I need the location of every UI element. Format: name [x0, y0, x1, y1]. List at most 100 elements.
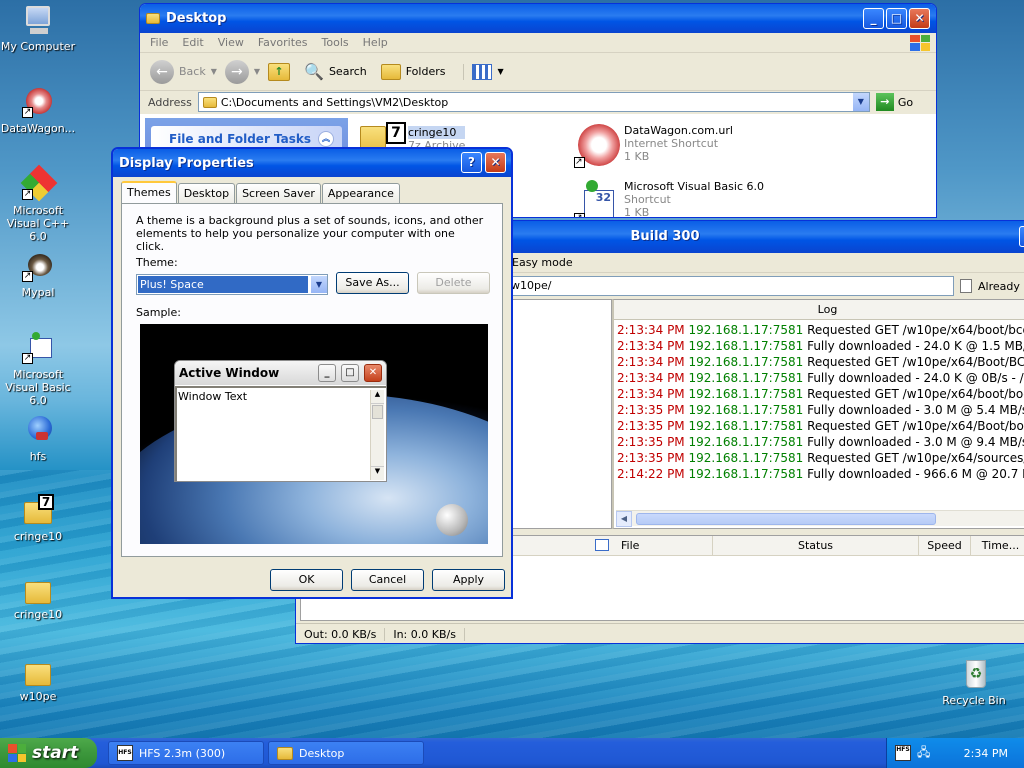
log-horizontal-scrollbar[interactable]: ◀ — [616, 510, 1024, 527]
col-time[interactable]: Time... — [971, 536, 1024, 555]
desktop-icon-w10pe[interactable]: w10pe — [0, 658, 78, 703]
back-arrow-icon: ← — [150, 59, 174, 84]
folder-icon — [146, 13, 160, 24]
desktop-icon-visual-cpp[interactable]: ↗ Microsoft Visual C++ 6.0 — [0, 164, 78, 243]
hfs-tray-icon[interactable]: HFS — [895, 745, 911, 761]
shortcut-arrow-icon: ↗ — [574, 213, 585, 217]
desktop-icon-recycle-bin[interactable]: ♻ Recycle Bin — [934, 658, 1014, 707]
tab-desktop[interactable]: Desktop — [177, 183, 236, 203]
log-line: 2:13:34 PM 192.168.1.17:7581 Fully downl… — [617, 370, 1024, 386]
minimize-button[interactable]: _ — [863, 8, 884, 29]
clock[interactable]: 2:34 PM — [964, 747, 1008, 760]
tab-appearance[interactable]: Appearance — [321, 183, 400, 203]
address-value: C:\Documents and Settings\VM2\Desktop — [220, 95, 449, 109]
desktop-icon-cringe10-archive[interactable]: 7 cringe10 — [0, 494, 78, 543]
ok-button[interactable]: OK — [270, 569, 343, 591]
url-field[interactable]: w10pe/ — [508, 276, 954, 296]
explorer-titlebar[interactable]: Desktop _ □ ✕ — [140, 4, 936, 33]
scroll-left-icon[interactable]: ◀ — [616, 511, 632, 527]
desktop-icon-label: Microsoft Visual Basic 6.0 — [5, 368, 71, 407]
taskbar-item-hfs[interactable]: HFS HFS 2.3m (300) — [108, 741, 264, 765]
cancel-button[interactable]: Cancel — [351, 569, 424, 591]
tab-themes[interactable]: Themes — [121, 181, 177, 203]
minimize-button[interactable]: _ — [1019, 226, 1024, 247]
network-icon[interactable]: 🖧 — [917, 743, 930, 764]
log-ip: 192.168.1.17:7581 — [688, 387, 804, 401]
go-button[interactable]: → Go — [875, 93, 913, 111]
save-as-button[interactable]: Save As... — [336, 272, 409, 294]
checkbox-icon[interactable] — [595, 539, 609, 551]
log-message: Requested GET /w10pe/x64/sources/bo — [807, 451, 1024, 465]
chevron-down-icon[interactable]: ▼ — [311, 276, 327, 293]
theme-select[interactable]: Plus! Space ▼ — [136, 274, 328, 295]
log-ip: 192.168.1.17:7581 — [688, 419, 804, 433]
desktop-icon-hfs[interactable]: hfs — [0, 414, 78, 463]
menu-edit[interactable]: Edit — [182, 36, 203, 49]
sample-label: Sample: — [136, 306, 181, 319]
views-icon — [472, 63, 493, 80]
file-type: Shortcut — [624, 193, 671, 206]
log-time: 2:13:35 PM — [617, 435, 685, 449]
log-message: Fully downloaded - 966.6 M @ 20.7 ME — [807, 467, 1024, 481]
desktop-icon-my-computer[interactable]: My Computer — [0, 4, 78, 53]
address-input[interactable]: C:\Documents and Settings\VM2\Desktop ▼ — [197, 92, 870, 112]
display-properties-dialog: Display Properties ? ✕ Themes Desktop Sc… — [111, 147, 513, 599]
log-line: 2:13:34 PM 192.168.1.17:7581 Requested G… — [617, 354, 1024, 370]
file-name: Microsoft Visual Basic 6.0 — [624, 180, 765, 193]
folder-icon — [25, 582, 51, 604]
menu-file[interactable]: File — [150, 36, 168, 49]
help-button[interactable]: ? — [461, 152, 482, 173]
log-line: 2:13:35 PM 192.168.1.17:7581 Fully downl… — [617, 434, 1024, 450]
close-button[interactable]: ✕ — [485, 152, 506, 173]
apply-button[interactable]: Apply — [432, 569, 505, 591]
desktop-icon-visual-basic[interactable]: ↗ Microsoft Visual Basic 6.0 — [0, 332, 78, 407]
explorer-toolbar: ← Back ▼ → ▼ ↑ 🔍 Search Folders ▼ — [140, 53, 936, 91]
minimize-icon: _ — [318, 364, 336, 382]
col-speed[interactable]: Speed — [919, 536, 971, 555]
delete-button[interactable]: Delete — [417, 272, 490, 294]
close-button[interactable]: ✕ — [909, 8, 930, 29]
folder-icon — [277, 746, 293, 760]
file-item-visual-basic[interactable]: 32 ↗ Microsoft Visual Basic 6.0 Shortcut 1 … — [574, 180, 765, 217]
sample-active-window: Active Window _ □ ✕ Window Text ▲ ▼ — [174, 360, 387, 482]
up-button[interactable]: ↑ — [268, 62, 291, 81]
desktop-icon-label: w10pe — [19, 690, 57, 703]
easy-mode-button[interactable]: Easy mode — [512, 256, 573, 269]
menu-tools[interactable]: Tools — [322, 36, 349, 49]
views-button[interactable]: ▼ — [463, 63, 504, 80]
shortcut-arrow-icon: ↗ — [22, 107, 33, 118]
copy-icon[interactable] — [960, 279, 972, 293]
menu-help[interactable]: Help — [363, 36, 388, 49]
col-status[interactable]: Status — [713, 536, 919, 555]
file-item-datawagon-url[interactable]: ↗ DataWagon.com.url Internet Shortcut 1 KB — [574, 124, 733, 168]
desktop-icon-cringe10-folder[interactable]: cringe10 — [0, 576, 78, 621]
search-button[interactable]: 🔍 Search — [304, 62, 367, 81]
log-line: 2:13:35 PM 192.168.1.17:7581 Requested G… — [617, 450, 1024, 466]
themes-panel: A theme is a background plus a set of so… — [121, 203, 503, 557]
log-line: 2:13:34 PM 192.168.1.17:7581 Requested G… — [617, 386, 1024, 402]
desktop-icon-datawagon[interactable]: ↗ DataWagon... — [0, 86, 78, 135]
scroll-thumb[interactable] — [636, 513, 936, 525]
windows-logo-icon — [8, 744, 26, 762]
chevron-down-icon[interactable]: ▼ — [852, 93, 869, 111]
hfs-icon: HFS — [117, 745, 133, 761]
tab-screen-saver[interactable]: Screen Saver — [236, 183, 321, 203]
start-button[interactable]: start — [0, 738, 97, 768]
col-file[interactable]: File — [617, 536, 713, 555]
maximize-button[interactable]: □ — [886, 8, 907, 29]
log-panel[interactable]: Log 2:13:34 PM 192.168.1.17:7581 Request… — [612, 299, 1024, 529]
log-time: 2:13:35 PM — [617, 403, 685, 417]
menu-view[interactable]: View — [218, 36, 244, 49]
log-ip: 192.168.1.17:7581 — [688, 323, 804, 337]
dialog-titlebar[interactable]: Display Properties ? ✕ — [113, 149, 511, 177]
menu-favorites[interactable]: Favorites — [258, 36, 308, 49]
forward-button[interactable]: → ▼ — [224, 59, 260, 84]
desktop-icon-mypal[interactable]: ↗ Mypal — [0, 250, 78, 299]
folders-button[interactable]: Folders — [380, 63, 445, 80]
log-header[interactable]: Log — [614, 300, 1024, 320]
collapse-chevron-icon[interactable]: ︽ — [318, 131, 334, 147]
shortcut-arrow-icon: ↗ — [22, 189, 33, 200]
taskbar-item-desktop[interactable]: Desktop — [268, 741, 424, 765]
file-name: cringe10 — [408, 126, 466, 139]
back-button[interactable]: ← Back ▼ — [150, 59, 217, 84]
